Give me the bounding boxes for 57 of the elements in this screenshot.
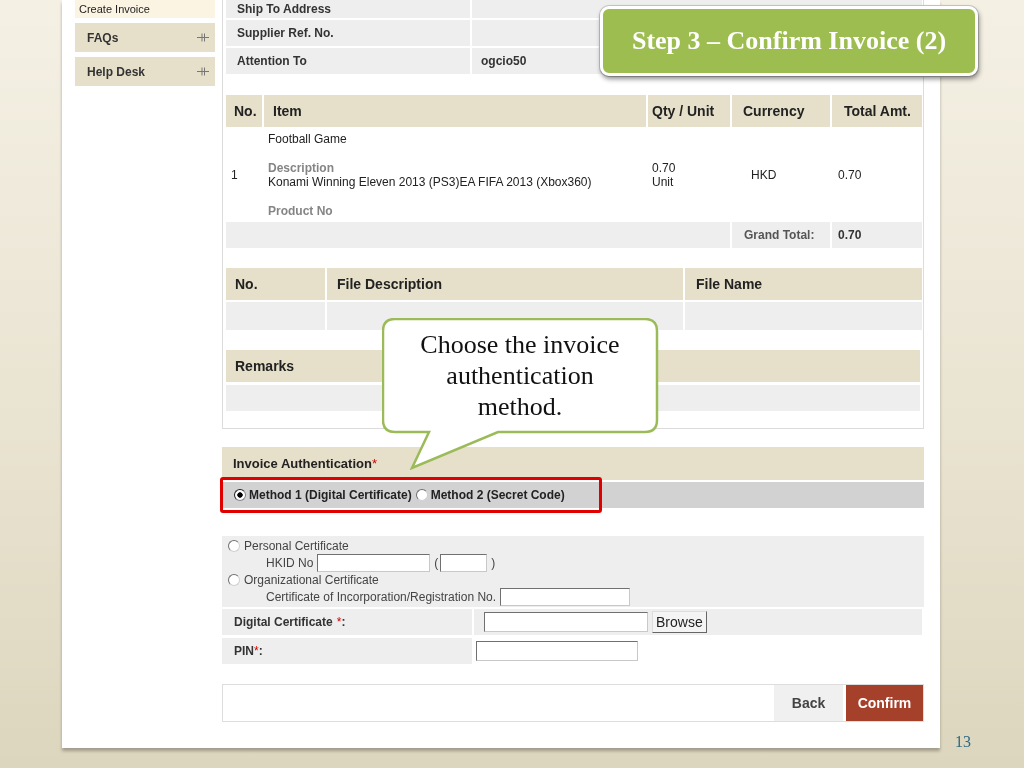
input-field[interactable] [500, 587, 631, 606]
table-cell-text: 0.70 [837, 166, 863, 184]
table-cell-text: 1 [230, 166, 239, 184]
radio-button[interactable] [234, 489, 246, 501]
radio-label[interactable]: Personal Certificate [244, 538, 349, 553]
sidebar-item[interactable]: Help Desk [75, 57, 215, 86]
radio-label[interactable]: Method 2 (Secret Code) [430, 488, 565, 502]
radio-button[interactable] [228, 539, 240, 552]
item-name: Football Game [268, 132, 347, 146]
bracket-text: ( [434, 555, 439, 570]
plus-icon [197, 67, 209, 76]
column-header: File Name [685, 268, 922, 300]
total-value: 0.70 [832, 222, 922, 248]
field-label: Attention To [226, 48, 470, 74]
input-field[interactable] [440, 553, 488, 572]
step-title: Step 3 – Confirm Invoice (2) [600, 6, 978, 76]
sidebar-item[interactable]: FAQs [75, 23, 215, 52]
field-label: Description [268, 161, 334, 175]
radio-button[interactable] [415, 489, 428, 501]
field-label: Certificate of Incorporation/Registration No. [266, 589, 497, 604]
field-label: Ship To Address [226, 0, 470, 18]
action-button[interactable]: Confirm [846, 685, 923, 721]
total-label: Grand Total: [732, 222, 830, 248]
page-number: 13 [955, 733, 971, 751]
field-label: PIN [234, 644, 254, 658]
item-description: Konami Winning Eleven 2013 (PS3)EA FIFA 2013 (Xbox360) [268, 175, 592, 189]
section-title: Invoice Authentication [233, 456, 372, 471]
column-header: No. [226, 268, 325, 300]
table-cell-text: HKD [750, 166, 778, 184]
radio-label[interactable]: Method 1 (Digital Certificate) [249, 488, 412, 502]
browse-button[interactable]: Browse [652, 611, 707, 633]
radio-button[interactable] [228, 573, 240, 586]
column-header: Currency [732, 95, 830, 127]
radio-label[interactable]: Organizational Certificate [244, 572, 379, 587]
sidebar-link[interactable]: Create Invoice [75, 0, 215, 18]
required-mark: * [371, 456, 377, 471]
action-button[interactable]: Back [774, 685, 843, 721]
input-field[interactable] [317, 553, 431, 572]
column-header: No. [226, 95, 262, 127]
column-header: Total Amt. [832, 95, 922, 127]
quantity-text: 0.70 [652, 160, 676, 175]
required-mark: * [254, 644, 259, 658]
plus-icon [197, 33, 209, 42]
column-header: Item [264, 95, 646, 127]
required-mark: * [336, 615, 342, 629]
unit-text: Unit [652, 174, 674, 189]
file-path-field[interactable] [484, 612, 648, 632]
column-header: Qty / Unit [648, 95, 730, 127]
label-colon: : [341, 615, 346, 629]
field-label: Product No [268, 204, 333, 218]
label-colon: : [258, 644, 263, 658]
column-header: File Description [327, 268, 683, 300]
field-label: Supplier Ref. No. [226, 20, 470, 46]
field-label: HKID No [266, 555, 314, 570]
pin-field[interactable] [476, 641, 638, 661]
field-label: Digital Certificate [234, 615, 333, 629]
bracket-text: ) [491, 555, 496, 570]
